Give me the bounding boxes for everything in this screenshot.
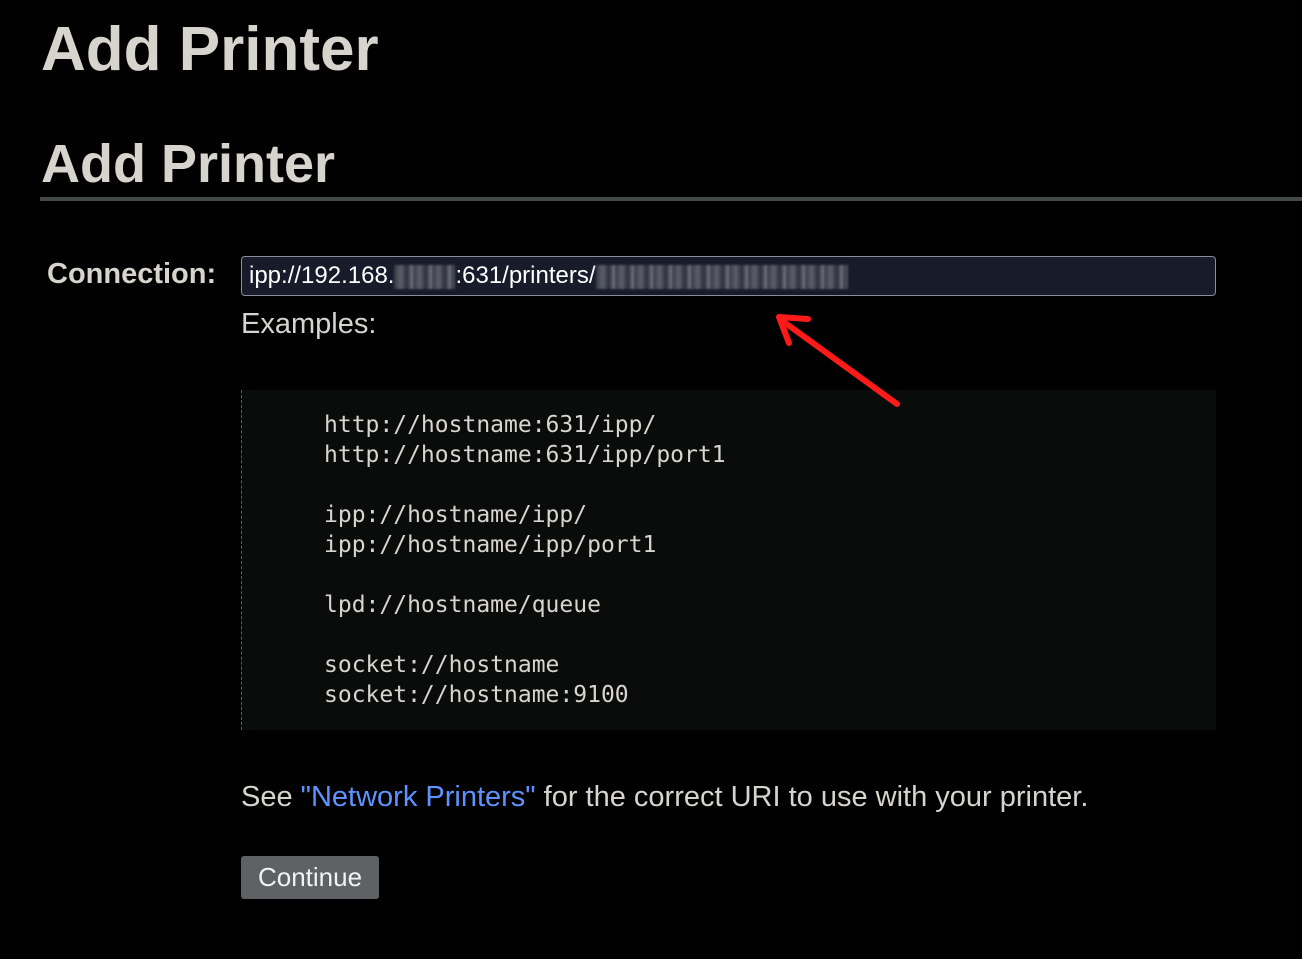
connection-uri-prefix: ipp://192.168. bbox=[249, 262, 395, 289]
connection-uri-middle: :631/printers/ bbox=[455, 262, 596, 289]
redacted-printer-name bbox=[595, 264, 848, 289]
example-uri: ipp://hostname/ipp/port1 bbox=[324, 532, 657, 558]
red-arrow-icon bbox=[776, 314, 900, 407]
examples-code-block: http://hostname:631/ipp/ http://hostname… bbox=[241, 390, 1216, 730]
example-uri: socket://hostname:9100 bbox=[324, 682, 629, 708]
hint-prefix: See bbox=[241, 781, 301, 813]
connection-uri-input[interactable]: ipp://192.168. :631/printers/ bbox=[241, 256, 1216, 296]
example-uri: ipp://hostname/ipp/ bbox=[324, 502, 588, 528]
connection-label: Connection: bbox=[47, 258, 217, 290]
example-uri: lpd://hostname/queue bbox=[324, 592, 601, 618]
redacted-ip-segment bbox=[394, 264, 456, 289]
examples-label: Examples: bbox=[241, 308, 377, 340]
example-uri: socket://hostname bbox=[324, 652, 560, 678]
example-uri: http://hostname:631/ipp/port1 bbox=[324, 442, 726, 468]
add-printer-page: Add Printer Add Printer Connection: ipp:… bbox=[0, 0, 1302, 959]
page-title: Add Printer bbox=[41, 15, 379, 84]
hint-suffix: for the correct URI to use with your pri… bbox=[535, 781, 1089, 813]
network-printers-hint: See "Network Printers" for the correct U… bbox=[241, 779, 1088, 815]
section-divider bbox=[40, 197, 1302, 201]
network-printers-link[interactable]: "Network Printers" bbox=[301, 781, 536, 813]
continue-button[interactable]: Continue bbox=[241, 856, 379, 899]
section-title: Add Printer bbox=[41, 134, 336, 194]
